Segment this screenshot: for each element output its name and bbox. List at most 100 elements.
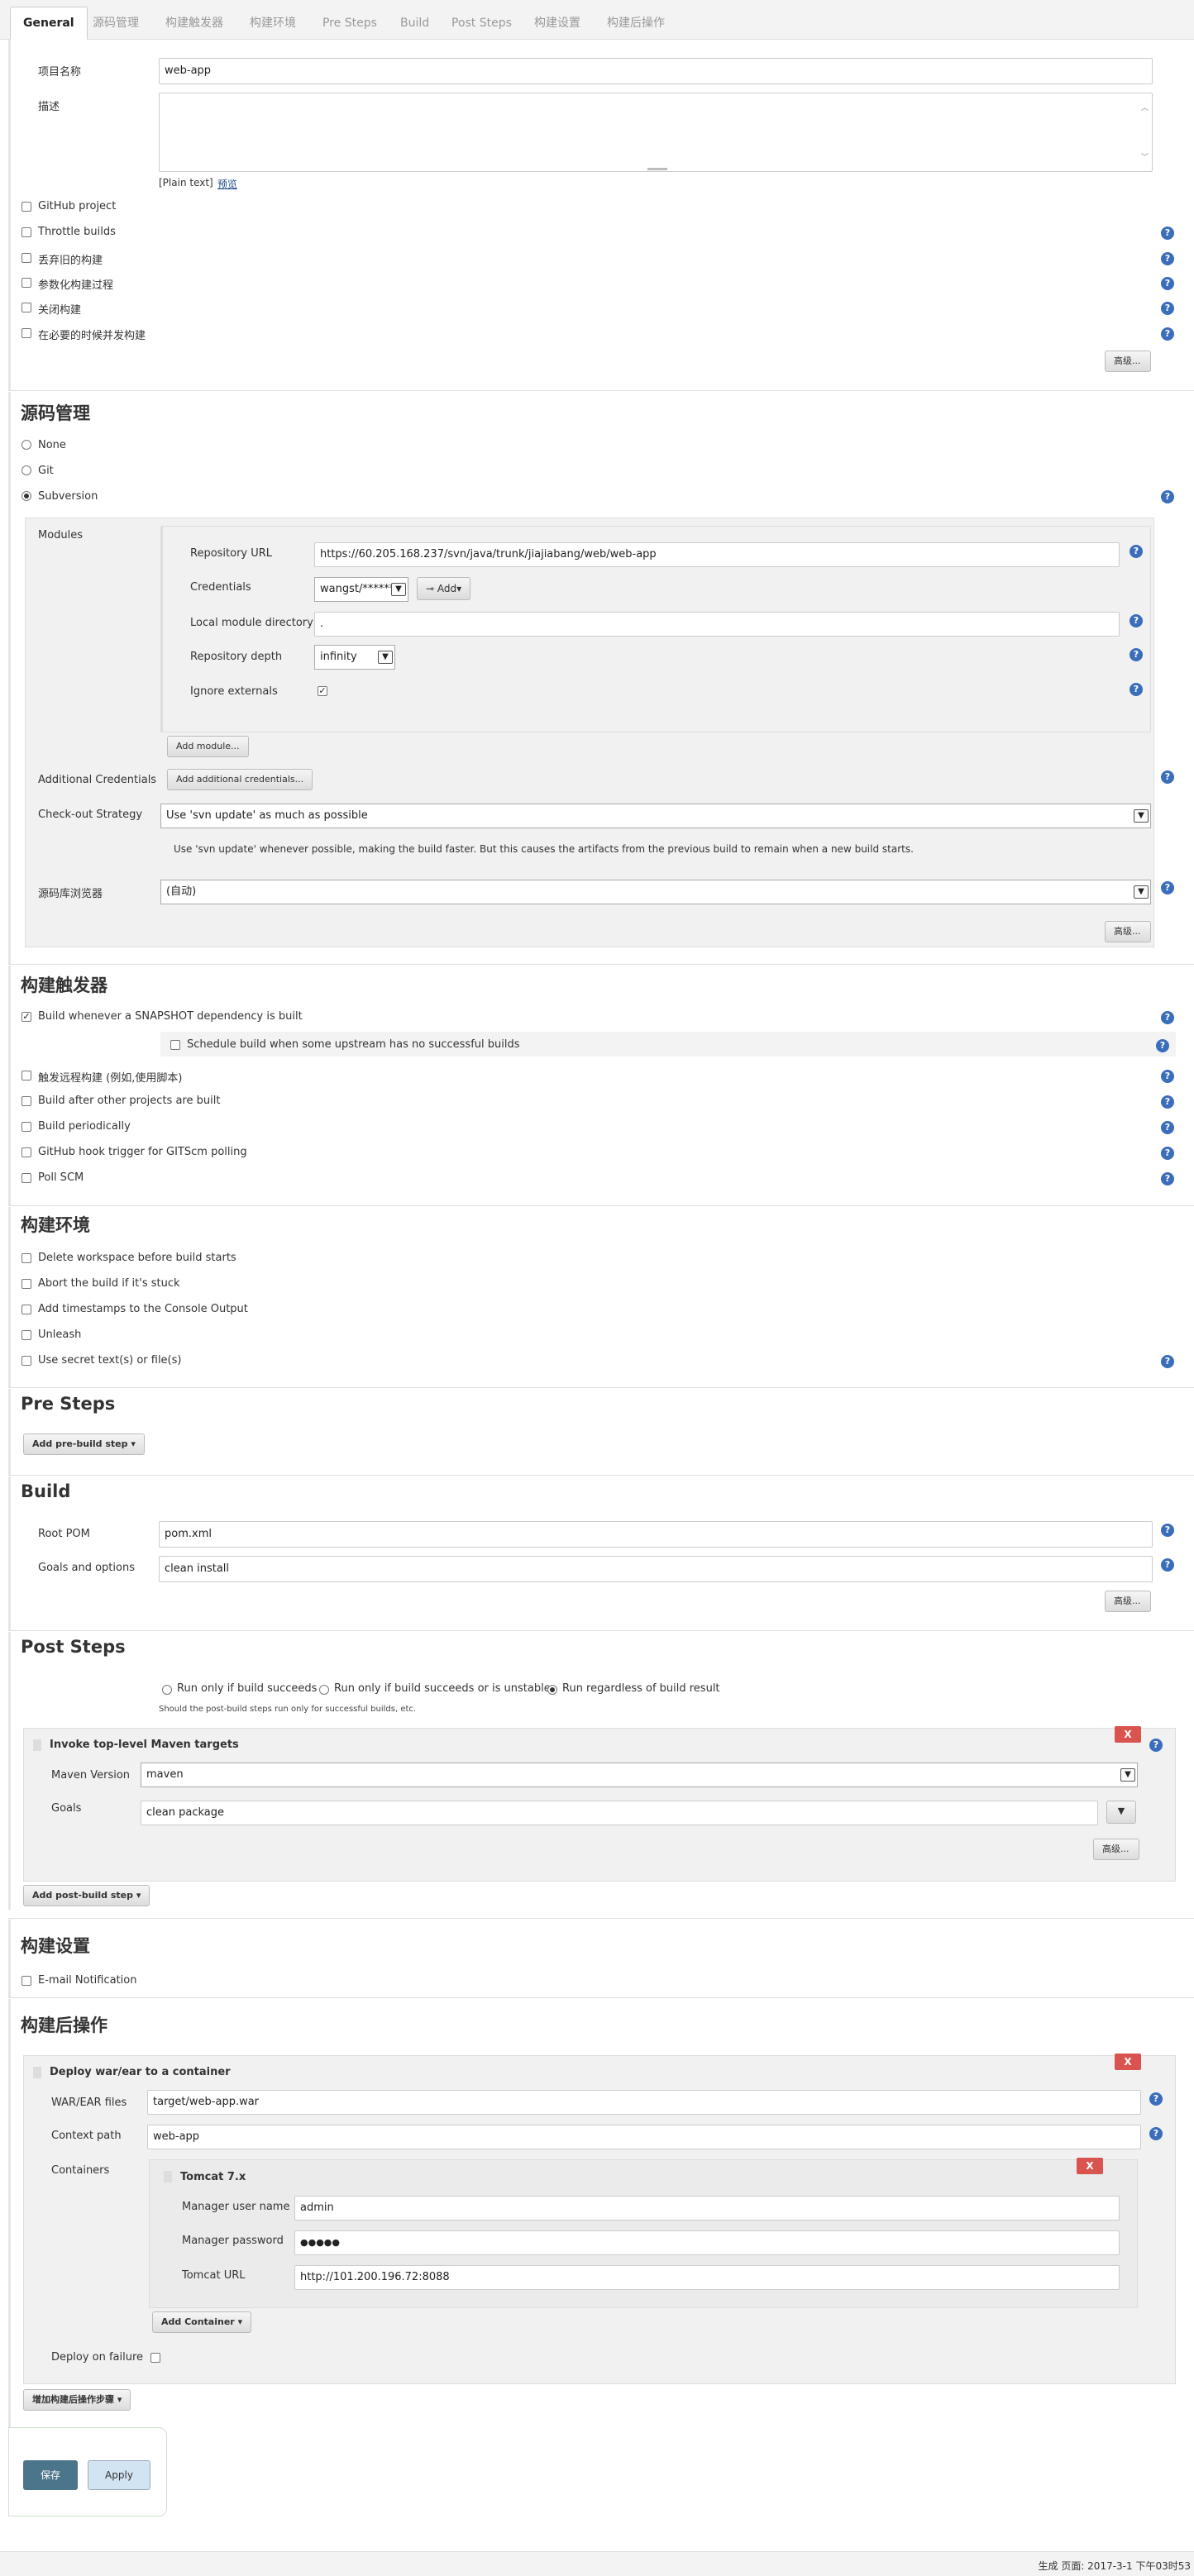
scm-subversion-radio[interactable]	[21, 491, 31, 501]
throttle-builds-checkbox[interactable]	[21, 227, 31, 237]
help-icon[interactable]: ?	[1161, 1121, 1174, 1134]
add-container-button[interactable]: Add Container ▾	[152, 2311, 252, 2333]
help-icon[interactable]: ?	[1149, 1739, 1163, 1752]
general-advanced-button[interactable]: 高级...	[1105, 351, 1151, 372]
schedule-upstream-checkbox[interactable]	[170, 1040, 180, 1050]
build-periodically-checkbox[interactable]	[21, 1122, 31, 1132]
poll-scm-checkbox[interactable]	[21, 1173, 31, 1183]
help-icon[interactable]: ?	[1130, 683, 1143, 696]
scm-git-radio[interactable]	[21, 465, 31, 475]
manager-password-input[interactable]: ●●●●●	[294, 2230, 1120, 2255]
manager-user-input[interactable]: admin	[294, 2196, 1120, 2221]
help-icon[interactable]: ?	[1161, 1355, 1174, 1368]
root-pom-input[interactable]: pom.xml	[159, 1521, 1153, 1548]
unleash-checkbox[interactable]	[21, 1330, 31, 1340]
tab-post-steps[interactable]: Post Steps	[438, 7, 525, 40]
help-icon[interactable]: ?	[1156, 1039, 1169, 1052]
snapshot-trigger-checkbox[interactable]: ✓	[21, 1012, 31, 1022]
scroll-down-icon[interactable]: ﹀	[1141, 151, 1149, 162]
tab-general[interactable]: General	[10, 7, 88, 40]
war-files-input[interactable]: target/web-app.war	[147, 2090, 1141, 2115]
add-post-build-step-button[interactable]: Add post-build step ▾	[23, 1885, 150, 1906]
help-icon[interactable]: ?	[1161, 1011, 1174, 1024]
delete-deploy-step-button[interactable]: X	[1115, 2054, 1141, 2070]
maven-advanced-button[interactable]: 高级...	[1093, 1839, 1139, 1860]
checkout-strategy-select[interactable]: Use 'svn update' as much as possible ▼	[160, 804, 1151, 828]
apply-button[interactable]: Apply	[88, 2460, 150, 2490]
ignore-externals-checkbox[interactable]: ✓	[318, 686, 327, 696]
help-icon[interactable]: ?	[1130, 614, 1143, 627]
repo-url-input[interactable]: https://60.205.168.237/svn/java/trunk/ji…	[314, 542, 1120, 567]
credentials-select[interactable]: wangst/****** ▼	[314, 577, 408, 602]
help-icon[interactable]: ?	[1161, 881, 1174, 894]
resize-handle[interactable]	[647, 168, 667, 170]
help-icon[interactable]: ?	[1161, 1147, 1174, 1160]
help-icon[interactable]: ?	[1161, 252, 1174, 265]
github-hook-checkbox[interactable]	[21, 1147, 31, 1157]
tab-build-settings[interactable]: 构建设置	[521, 7, 594, 40]
add-post-build-action-button[interactable]: 增加构建后操作步骤 ▾	[23, 2389, 131, 2411]
help-icon[interactable]: ?	[1161, 1558, 1174, 1572]
maven-version-select[interactable]: maven ▼	[141, 1763, 1138, 1787]
preview-link[interactable]: 预览	[217, 177, 237, 191]
email-notification-checkbox[interactable]	[21, 1976, 31, 1986]
concurrent-build-checkbox[interactable]	[21, 328, 31, 338]
save-button[interactable]: 保存	[23, 2460, 78, 2490]
run-regardless-radio[interactable]	[547, 1685, 557, 1695]
tab-build[interactable]: Build	[387, 7, 442, 40]
remote-trigger-checkbox[interactable]	[21, 1071, 31, 1080]
tab-environment[interactable]: 构建环境	[236, 7, 309, 40]
maven-goals-input[interactable]: clean package	[141, 1801, 1098, 1825]
help-icon[interactable]: ?	[1161, 490, 1174, 503]
tab-triggers[interactable]: 构建触发器	[152, 7, 236, 40]
timestamps-checkbox[interactable]	[21, 1305, 31, 1314]
abort-stuck-checkbox[interactable]	[21, 1279, 31, 1289]
repo-browser-select[interactable]: (自动) ▼	[160, 880, 1151, 904]
help-icon[interactable]: ?	[1161, 1095, 1174, 1109]
tab-pre-steps[interactable]: Pre Steps	[309, 7, 390, 40]
build-after-other-checkbox[interactable]	[21, 1096, 31, 1106]
help-icon[interactable]: ?	[1161, 1070, 1174, 1083]
delete-maven-step-button[interactable]: X	[1115, 1726, 1141, 1743]
tomcat-url-input[interactable]: http://101.200.196.72:8088	[294, 2265, 1120, 2290]
add-additional-credentials-button[interactable]: Add additional credentials...	[167, 769, 313, 790]
deploy-on-failure-checkbox[interactable]	[150, 2353, 160, 2363]
help-icon[interactable]: ?	[1161, 227, 1174, 240]
help-icon[interactable]: ?	[1130, 545, 1143, 558]
drag-handle-icon[interactable]	[33, 2067, 41, 2078]
help-icon[interactable]: ?	[1149, 2092, 1163, 2106]
help-icon[interactable]: ?	[1161, 302, 1174, 315]
scm-advanced-button[interactable]: 高级...	[1105, 921, 1151, 942]
goals-options-input[interactable]: clean install	[159, 1556, 1153, 1582]
repo-depth-select[interactable]: infinity ▼	[314, 645, 395, 670]
help-icon[interactable]: ?	[1161, 327, 1174, 341]
delete-workspace-checkbox[interactable]	[21, 1253, 31, 1263]
disable-build-checkbox[interactable]	[21, 303, 31, 312]
discard-old-builds-checkbox[interactable]	[21, 253, 31, 263]
project-name-input[interactable]: web-app	[159, 58, 1153, 84]
help-icon[interactable]: ?	[1149, 2127, 1163, 2140]
local-dir-input[interactable]: .	[314, 612, 1120, 637]
drag-handle-icon[interactable]	[164, 2171, 172, 2182]
build-advanced-button[interactable]: 高级...	[1105, 1591, 1151, 1612]
add-credentials-button[interactable]: ⊸ Add▾	[417, 577, 471, 600]
help-icon[interactable]: ?	[1161, 1524, 1174, 1537]
description-textarea[interactable]: ︿ ﹀	[159, 93, 1153, 172]
parameterized-checkbox[interactable]	[21, 278, 31, 288]
help-icon[interactable]: ?	[1161, 1172, 1174, 1185]
context-path-input[interactable]: web-app	[147, 2125, 1141, 2149]
add-pre-build-step-button[interactable]: Add pre-build step ▾	[23, 1433, 145, 1455]
scm-none-radio[interactable]	[21, 440, 31, 450]
drag-handle-icon[interactable]	[33, 1739, 41, 1751]
tab-scm[interactable]: 源码管理	[79, 7, 152, 40]
delete-tomcat-button[interactable]: X	[1077, 2158, 1103, 2174]
help-icon[interactable]: ?	[1161, 277, 1174, 290]
github-project-checkbox[interactable]	[21, 202, 31, 212]
tab-post-build[interactable]: 构建后操作	[594, 7, 678, 40]
scroll-up-icon[interactable]: ︿	[1141, 102, 1149, 112]
expand-goals-button[interactable]: ▼	[1106, 1801, 1136, 1824]
help-icon[interactable]: ?	[1130, 648, 1143, 661]
secret-text-checkbox[interactable]	[21, 1356, 31, 1366]
run-if-unstable-radio[interactable]	[319, 1685, 329, 1695]
add-module-button[interactable]: Add module...	[167, 736, 249, 757]
